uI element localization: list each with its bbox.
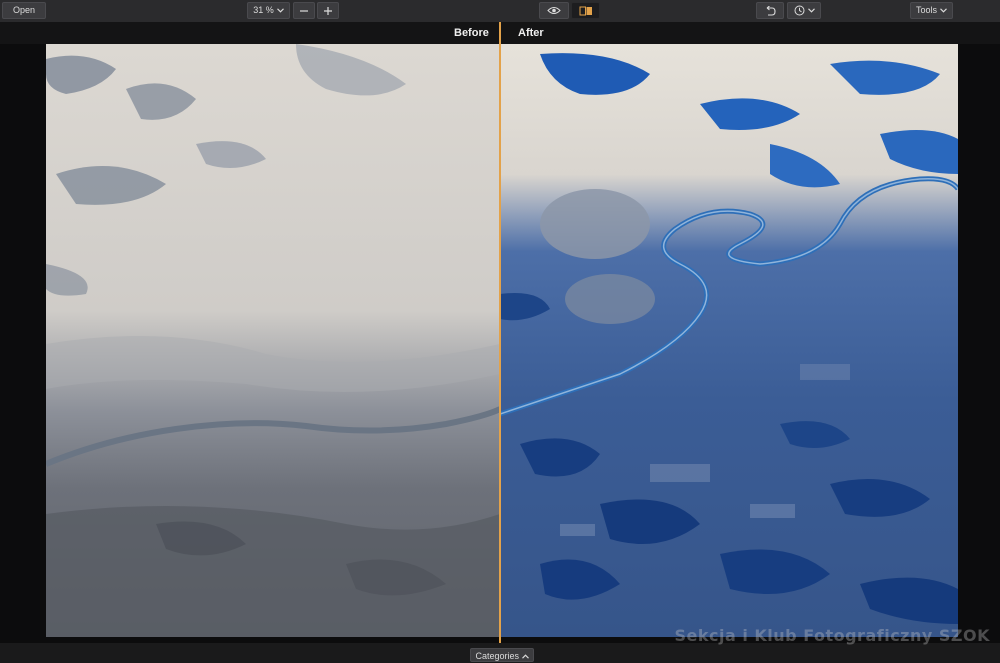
zoom-out-button[interactable] [293, 2, 315, 19]
after-label: After [518, 27, 544, 39]
top-toolbar: Open 31 % Tools [0, 0, 1000, 23]
preview-button[interactable] [539, 2, 569, 19]
minus-icon [299, 6, 309, 16]
open-button[interactable]: Open [2, 2, 46, 19]
eye-icon [547, 6, 561, 15]
clock-icon [794, 5, 805, 16]
photo-canvas[interactable] [46, 44, 958, 637]
undo-icon [764, 5, 776, 16]
plus-icon [323, 6, 333, 16]
categories-label: Categories [475, 651, 519, 661]
tools-label: Tools [915, 5, 937, 15]
history-dropdown[interactable] [787, 2, 821, 19]
categories-button[interactable]: Categories [470, 648, 534, 662]
tools-dropdown[interactable]: Tools [910, 2, 953, 19]
before-image [46, 44, 500, 637]
before-label: Before [454, 27, 489, 39]
chevron-down-icon [276, 8, 284, 13]
undo-button[interactable] [756, 2, 784, 19]
open-button-label: Open [12, 5, 36, 15]
chevron-down-icon [940, 8, 947, 13]
zoom-in-button[interactable] [317, 2, 339, 19]
after-image [500, 44, 958, 637]
chevron-up-icon [521, 651, 529, 661]
zoom-value: 31 % [253, 5, 274, 15]
chevron-down-icon [807, 8, 815, 13]
split-view-icon [579, 6, 593, 16]
compare-divider-handle[interactable] [499, 22, 501, 643]
watermark-text: Sekcja i Klub Fotograficzny SZOK [674, 626, 990, 645]
zoom-dropdown[interactable]: 31 % [247, 2, 290, 19]
compare-split-button[interactable] [571, 2, 600, 19]
bottom-bar: Categories [0, 643, 1000, 663]
